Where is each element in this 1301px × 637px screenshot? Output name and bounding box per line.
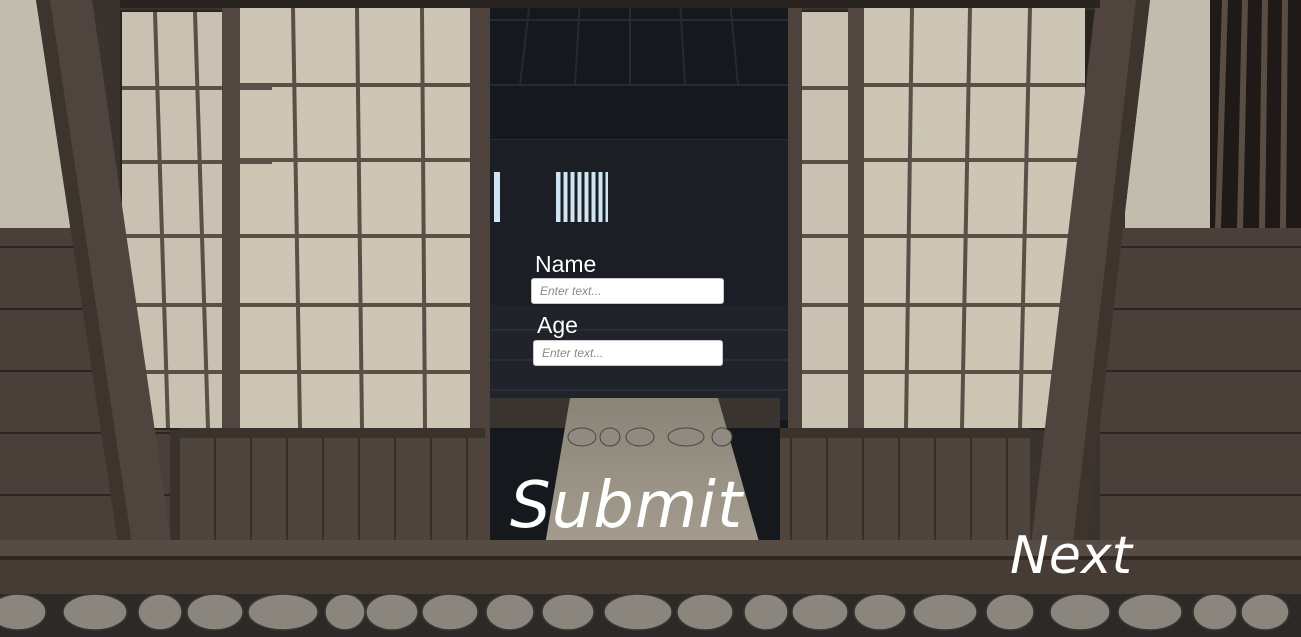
name-input[interactable] [531,278,724,304]
submit-button[interactable]: Submit [510,474,743,538]
name-label: Name [535,251,597,277]
next-button[interactable]: Next [1010,530,1132,582]
age-input[interactable] [533,340,723,366]
age-label: Age [537,312,578,338]
